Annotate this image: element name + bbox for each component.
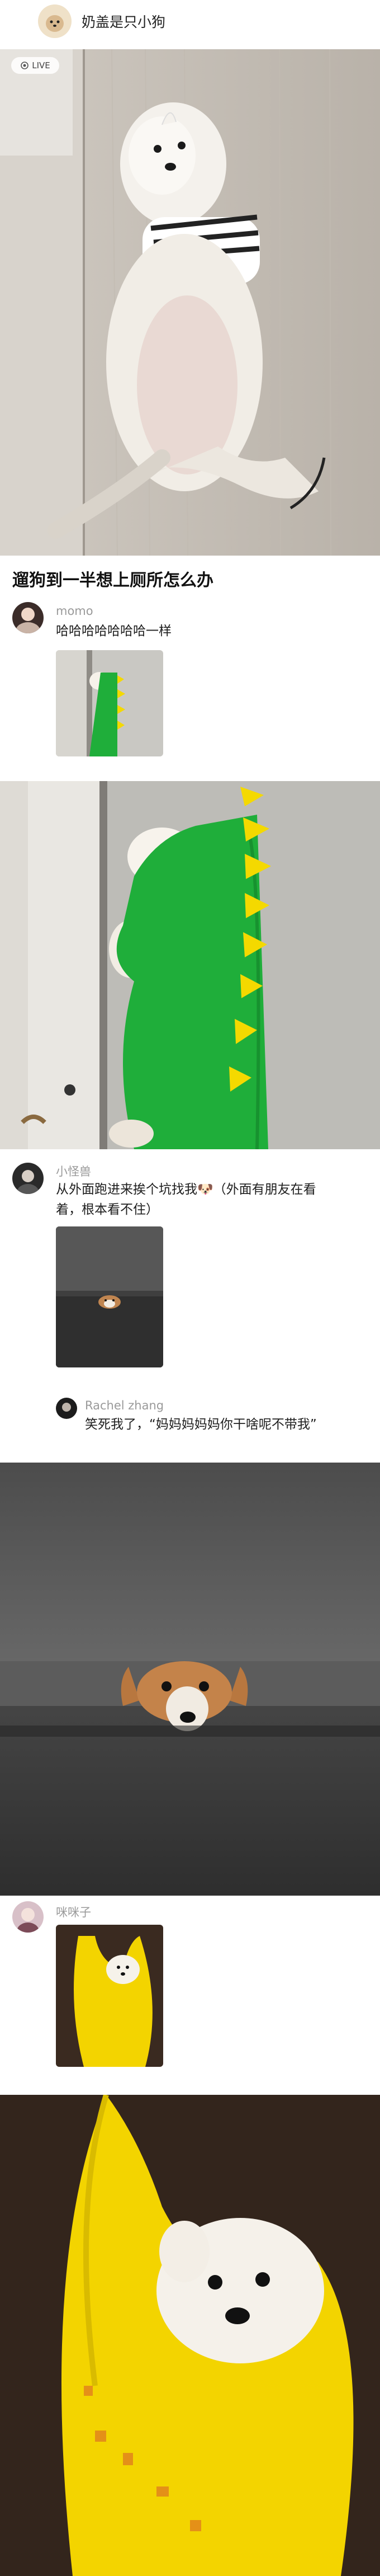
live-badge: LIVE (11, 57, 59, 74)
comment-photo-thumb-peek[interactable] (56, 1226, 163, 1367)
commenter-name[interactable]: Rachel zhang (85, 1399, 164, 1412)
author-avatar[interactable] (38, 4, 72, 38)
commenter-avatar-rachel[interactable] (56, 1398, 77, 1419)
commenter-avatar-mimizi[interactable] (12, 1901, 44, 1933)
post-photo-dog-peeking[interactable] (0, 1463, 380, 1896)
commenter-name[interactable]: 咪咪子 (56, 1903, 91, 1920)
post-photo-white-dog[interactable] (0, 49, 380, 556)
live-label: LIVE (32, 60, 50, 70)
live-icon (21, 62, 29, 69)
comment-text-line1: 从外面跑进来挨个坑找我🐶（外面有朋友在看 (56, 1182, 316, 1197)
comment-text: 笑死我了，“妈妈妈妈妈你干啥呢不带我” (85, 1417, 317, 1432)
post-photo-dino-costume[interactable] (0, 781, 380, 1149)
comment-photo-thumb-dino[interactable] (56, 650, 163, 756)
commenter-avatar-momo[interactable] (12, 602, 44, 633)
post-title: 遛狗到一半想上厕所怎么办 (12, 571, 213, 590)
comment-text: 哈哈哈哈哈哈哈一样 (56, 624, 172, 638)
author-name[interactable]: 奶盖是只小狗 (82, 11, 165, 31)
commenter-name[interactable]: momo (56, 604, 93, 618)
post-photo-dog-in-bag[interactable] (0, 2095, 380, 2576)
comment-photo-thumb-bag[interactable] (56, 1925, 163, 2067)
commenter-name[interactable]: 小怪兽 (56, 1163, 91, 1179)
commenter-avatar-xiaoguaishou[interactable] (12, 1163, 44, 1194)
comment-text-line2: 着，根本看不住） (56, 1202, 159, 1217)
